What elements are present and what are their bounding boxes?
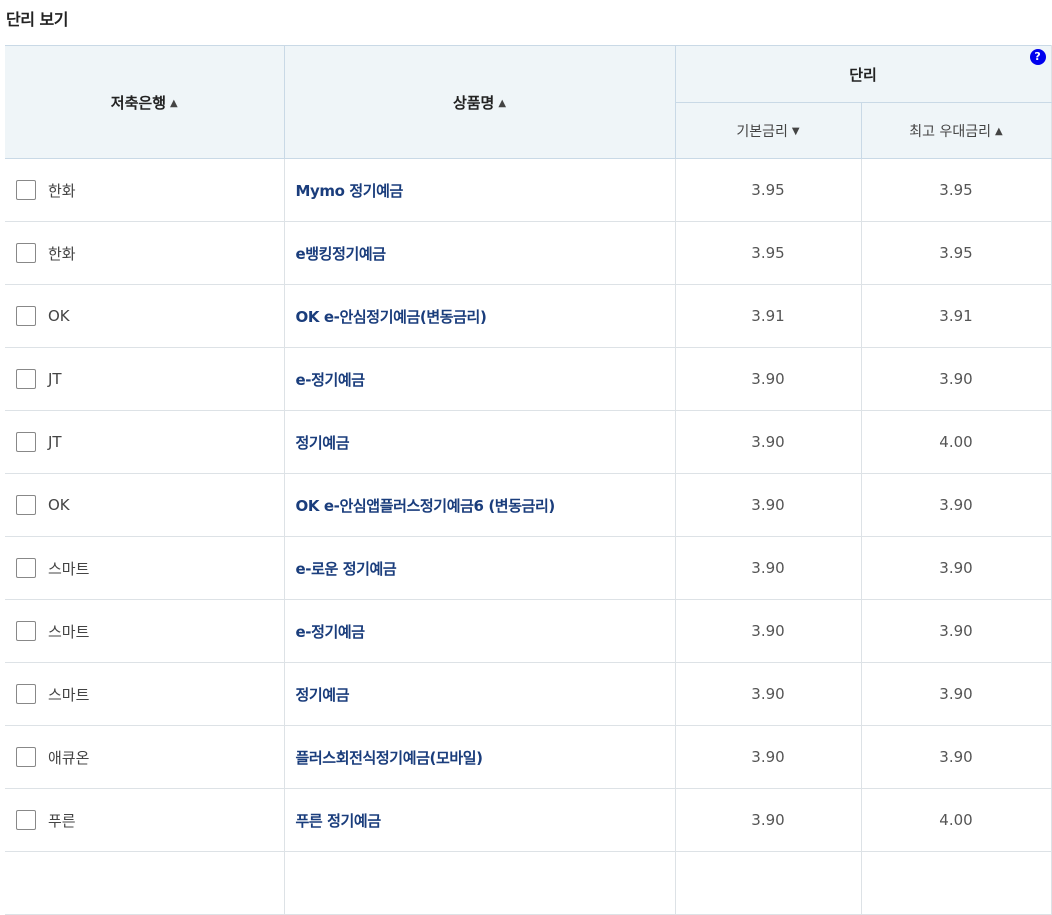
bank-cell: [5, 851, 285, 915]
row-checkbox[interactable]: [16, 558, 36, 578]
product-link[interactable]: e-정기예금: [284, 347, 676, 411]
product-link[interactable]: OK e-안심앱플러스정기예금6 (변동금리): [284, 473, 676, 537]
base-rate-value: [675, 851, 862, 915]
table-row: 스마트 e-로운 정기예금 3.90 3.90: [5, 536, 1052, 600]
base-rate-value: 3.90: [675, 473, 862, 537]
max-rate-value: 3.90: [861, 599, 1052, 663]
row-checkbox[interactable]: [16, 432, 36, 452]
bank-name: 스마트: [48, 622, 90, 641]
bank-name: 한화: [48, 181, 76, 200]
bank-cell: 애큐온: [5, 725, 285, 789]
table-row: 푸른 푸른 정기예금 3.90 4.00: [5, 788, 1052, 852]
table-row: JT 정기예금 3.90 4.00: [5, 410, 1052, 474]
base-rate-value: 3.90: [675, 725, 862, 789]
bank-cell: 스마트: [5, 662, 285, 726]
product-link[interactable]: OK e-안심정기예금(변동금리): [284, 284, 676, 348]
bank-cell: 스마트: [5, 599, 285, 663]
row-checkbox[interactable]: [16, 684, 36, 704]
row-checkbox[interactable]: [16, 306, 36, 326]
row-checkbox[interactable]: [16, 621, 36, 641]
max-rate-value: 3.90: [861, 662, 1052, 726]
bank-cell: 푸른: [5, 788, 285, 852]
row-checkbox[interactable]: [16, 747, 36, 767]
product-link[interactable]: e뱅킹정기예금: [284, 221, 676, 285]
bank-cell: JT: [5, 347, 285, 411]
base-rate-value: 3.95: [675, 221, 862, 285]
bank-cell: 한화: [5, 158, 285, 222]
rate-table: 저축은행 ▲ 상품명 ▲ 단리 ? 기본금리 ▼ 최고 우대금리 ▲ 한화 Mymo 정기…: [5, 45, 1052, 915]
product-link[interactable]: 푸른 정기예금: [284, 788, 676, 852]
table-row: 애큐온 플러스회전식정기예금(모바일) 3.90 3.90: [5, 725, 1052, 789]
base-rate-value: 3.90: [675, 599, 862, 663]
sort-up-icon: ▲: [170, 97, 178, 109]
table-row: 한화 Mymo 정기예금 3.95 3.95: [5, 158, 1052, 222]
product-link[interactable]: [284, 851, 676, 915]
sort-up-icon: ▲: [995, 126, 1003, 137]
header-product[interactable]: 상품명 ▲: [284, 45, 676, 159]
base-rate-value: 3.91: [675, 284, 862, 348]
help-icon[interactable]: ?: [1029, 49, 1046, 65]
max-rate-value: 3.90: [861, 473, 1052, 537]
bank-name: 한화: [48, 244, 76, 263]
bank-name: 애큐온: [48, 748, 90, 767]
bank-name: OK: [48, 307, 70, 325]
bank-name: 푸른: [48, 811, 76, 830]
base-rate-value: 3.90: [675, 536, 862, 600]
max-rate-value: 4.00: [861, 788, 1052, 852]
table-row: [5, 851, 1052, 915]
table-row: 스마트 e-정기예금 3.90 3.90: [5, 599, 1052, 663]
bank-name: 스마트: [48, 685, 90, 704]
base-rate-value: 3.90: [675, 347, 862, 411]
max-rate-value: 4.00: [861, 410, 1052, 474]
bank-name: 스마트: [48, 559, 90, 578]
page-title: 단리 보기: [6, 10, 68, 29]
max-rate-value: 3.90: [861, 347, 1052, 411]
bank-cell: OK: [5, 473, 285, 537]
bank-cell: JT: [5, 410, 285, 474]
max-rate-value: 3.95: [861, 158, 1052, 222]
product-link[interactable]: 정기예금: [284, 410, 676, 474]
max-rate-value: 3.90: [861, 725, 1052, 789]
table-row: OK OK e-안심정기예금(변동금리) 3.91 3.91: [5, 284, 1052, 348]
product-link[interactable]: 플러스회전식정기예금(모바일): [284, 725, 676, 789]
table-row: OK OK e-안심앱플러스정기예금6 (변동금리) 3.90 3.90: [5, 473, 1052, 537]
base-rate-value: 3.90: [675, 410, 862, 474]
product-link[interactable]: e-정기예금: [284, 599, 676, 663]
bank-cell: 한화: [5, 221, 285, 285]
row-checkbox[interactable]: [16, 495, 36, 515]
product-link[interactable]: 정기예금: [284, 662, 676, 726]
product-link[interactable]: e-로운 정기예금: [284, 536, 676, 600]
table-row: JT e-정기예금 3.90 3.90: [5, 347, 1052, 411]
base-rate-value: 3.95: [675, 158, 862, 222]
row-checkbox[interactable]: [16, 810, 36, 830]
bank-cell: 스마트: [5, 536, 285, 600]
row-checkbox[interactable]: [16, 243, 36, 263]
header-simple-interest: 단리 ?: [675, 45, 1052, 103]
row-checkbox[interactable]: [16, 369, 36, 389]
product-link[interactable]: Mymo 정기예금: [284, 158, 676, 222]
sort-up-icon: ▲: [498, 97, 507, 109]
header-bank[interactable]: 저축은행 ▲: [5, 45, 285, 159]
max-rate-value: 3.91: [861, 284, 1052, 348]
bank-name: JT: [48, 370, 62, 388]
bank-name: OK: [48, 496, 70, 514]
max-rate-value: 3.95: [861, 221, 1052, 285]
bank-name: JT: [48, 433, 62, 451]
max-rate-value: 3.90: [861, 536, 1052, 600]
row-checkbox[interactable]: [16, 180, 36, 200]
table-row: 한화 e뱅킹정기예금 3.95 3.95: [5, 221, 1052, 285]
max-rate-value: [861, 851, 1052, 915]
base-rate-value: 3.90: [675, 662, 862, 726]
base-rate-value: 3.90: [675, 788, 862, 852]
header-max-rate[interactable]: 최고 우대금리 ▲: [861, 102, 1052, 159]
bank-cell: OK: [5, 284, 285, 348]
table-row: 스마트 정기예금 3.90 3.90: [5, 662, 1052, 726]
header-base-rate[interactable]: 기본금리 ▼: [675, 102, 862, 159]
sort-down-icon: ▼: [791, 126, 800, 137]
